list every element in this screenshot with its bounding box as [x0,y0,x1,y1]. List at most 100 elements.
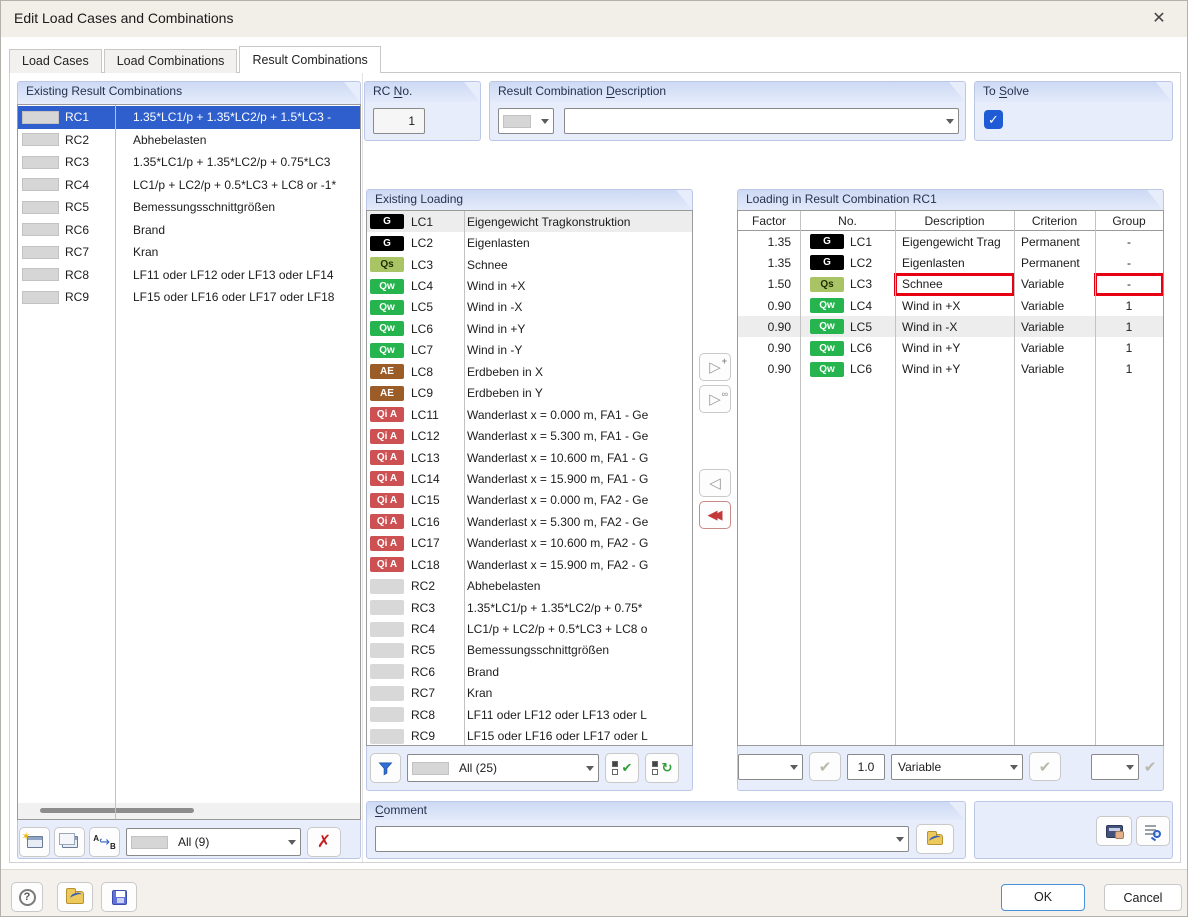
add-or-combination-button[interactable]: ▷ ∞ [699,385,731,413]
table-row[interactable]: 1.50 Qs LC3 Schnee Variable - [738,274,1163,295]
select-all-button[interactable]: ✔ [605,753,639,783]
table-row[interactable]: 0.90 Qw LC6 Wind in +Y Variable 1 [738,359,1163,380]
result-combination-row[interactable]: RC8 LF11 oder LF12 oder LF13 oder LF14 [18,264,360,287]
invert-selection-button[interactable]: ↻ [645,753,679,783]
loading-row[interactable]: RC8 LF11 oder LF12 oder LF13 oder L [367,704,692,725]
cell-group: 1 [1095,359,1163,380]
or-arrow-icon: ▷ [709,390,721,408]
save-button[interactable] [101,882,137,912]
load-type-badge: Qw [370,343,404,358]
table-row[interactable]: 0.90 Qw LC4 Wind in +X Variable 1 [738,295,1163,316]
delete-combination-button[interactable]: ✗ [307,827,341,857]
close-button[interactable]: ✕ [1137,1,1181,37]
apply-criterion-button[interactable]: ✔ [1029,752,1061,781]
loading-row[interactable]: Qi A LC12 Wanderlast x = 5.300 m, FA1 - … [367,425,692,446]
loading-row[interactable]: Qw LC4 Wind in +X [367,275,692,296]
insert-comment-button[interactable] [916,824,954,854]
loading-row[interactable]: RC4 LC1/p + LC2/p + 0.5*LC3 + LC8 o [367,618,692,639]
filter-button[interactable] [370,753,401,783]
cell-criterion: Permanent [1014,231,1095,252]
table-row[interactable]: 0.90 Qw LC6 Wind in +Y Variable 1 [738,337,1163,358]
loading-id: LC9 [411,386,461,400]
loading-id: LC6 [850,362,872,376]
new-combination-button[interactable]: ✶ [19,827,50,857]
to-solve-checkbox[interactable]: ✓ [984,110,1003,129]
loading-filter-select[interactable]: All (25) [407,754,599,782]
load-case-select[interactable] [738,754,803,780]
loading-row[interactable]: G LC2 Eigenlasten [367,232,692,253]
app-window-hand-icon [1106,825,1123,838]
table-row[interactable]: 1.35 G LC2 Eigenlasten Permanent - [738,252,1163,273]
horizontal-scrollbar[interactable] [18,803,360,819]
remove-from-combination-button[interactable]: ◁ [699,469,731,497]
group-title: Existing Result Combinations [26,84,182,98]
existing-loading-list[interactable]: G LC1 Eigengewicht Tragkonstruktion G LC… [366,210,693,746]
group-select[interactable] [1091,754,1139,780]
ok-button[interactable]: OK [1001,884,1085,911]
loading-row[interactable]: Qi A LC17 Wanderlast x = 10.600 m, FA2 -… [367,533,692,554]
loading-row[interactable]: RC7 Kran [367,683,692,704]
combinations-filter-select[interactable]: All (9) [126,828,301,856]
color-select[interactable] [498,108,554,134]
cell-number: G LC2 [800,252,895,273]
help-button[interactable]: ? [11,882,43,912]
result-combination-row[interactable]: RC1 1.35*LC1/p + 1.35*LC2/p + 1.5*LC3 - [18,106,360,129]
renumber-button[interactable]: A ↪ B [89,827,120,857]
loading-row[interactable]: Qi A LC15 Wanderlast x = 0.000 m, FA2 - … [367,490,692,511]
horizontal-scrollbar-thumb[interactable] [40,808,194,813]
result-combination-row[interactable]: RC7 Kran [18,241,360,264]
result-combination-row[interactable]: RC4 LC1/p + LC2/p + 0.5*LC3 + LC8 or -1* [18,174,360,197]
copy-combination-button[interactable] [54,827,85,857]
loading-row[interactable]: Qw LC6 Wind in +Y [367,318,692,339]
tab[interactable]: Load Combinations [104,49,238,73]
loading-row[interactable]: RC6 Brand [367,661,692,682]
edit-settings-button[interactable] [1096,816,1132,846]
cancel-button[interactable]: Cancel [1104,884,1182,911]
apply-group-button[interactable]: ✔ [1134,752,1166,781]
table-row[interactable]: 0.90 Qw LC5 Wind in -X Variable 1 [738,316,1163,337]
loading-row[interactable]: Qi A LC18 Wanderlast x = 15.900 m, FA2 -… [367,554,692,575]
loading-row[interactable]: Qi A LC11 Wanderlast x = 0.000 m, FA1 - … [367,404,692,425]
remove-all-button[interactable]: ◀◀ [699,501,731,529]
criterion-select[interactable]: Variable [891,754,1023,780]
color-swatch [22,246,59,259]
loading-id: LC14 [411,472,461,486]
open-button[interactable] [57,882,93,912]
result-combination-row[interactable]: RC3 1.35*LC1/p + 1.35*LC2/p + 0.75*LC3 [18,151,360,174]
description-combobox[interactable] [564,108,959,134]
tab[interactable]: Load Cases [9,49,102,73]
tab[interactable]: Result Combinations [239,46,380,73]
loading-row[interactable]: AE LC8 Erdbeben in X [367,361,692,382]
loading-row[interactable]: RC9 LF15 oder LF16 oder LF17 oder L [367,726,692,747]
gray-check-icon: ✔ [1039,758,1052,776]
table-row[interactable]: 1.35 G LC1 Eigengewicht Trag Permanent - [738,231,1163,252]
result-combination-row[interactable]: RC5 Bemessungsschnittgrößen [18,196,360,219]
result-combination-row[interactable]: RC2 Abhebelasten [18,129,360,152]
loading-id: LC11 [411,408,461,422]
column-header: Criterion [1014,214,1095,228]
color-swatch [22,178,59,191]
loading-row[interactable]: Qi A LC13 Wanderlast x = 10.600 m, FA1 -… [367,447,692,468]
result-combination-row[interactable]: RC9 LF15 oder LF16 oder LF17 oder LF18 [18,286,360,309]
cell-number: Qs LC3 [800,274,895,295]
loading-row[interactable]: Qw LC7 Wind in -Y [367,340,692,361]
loading-row[interactable]: RC3 1.35*LC1/p + 1.35*LC2/p + 0.75* [367,597,692,618]
loading-row[interactable]: RC5 Bemessungsschnittgrößen [367,640,692,661]
loading-in-rc-table[interactable]: Factor No. Description Criterion Group 1… [737,210,1164,746]
loading-row[interactable]: RC2 Abhebelasten [367,575,692,596]
loading-row[interactable]: Qw LC5 Wind in -X [367,297,692,318]
check-combinations-button[interactable] [1136,816,1170,846]
loading-row[interactable]: AE LC9 Erdbeben in Y [367,383,692,404]
loading-row[interactable]: Qi A LC14 Wanderlast x = 15.900 m, FA1 -… [367,468,692,489]
result-combinations-list[interactable]: RC1 1.35*LC1/p + 1.35*LC2/p + 1.5*LC3 - … [17,104,361,820]
add-to-combination-button[interactable]: ▷ + [699,353,731,381]
apply-load-case-button[interactable]: ✔ [809,752,841,781]
rc-number-field[interactable]: 1 [373,108,425,134]
loading-row[interactable]: Qs LC3 Schnee [367,254,692,275]
loading-id: LC15 [411,493,461,507]
loading-row[interactable]: G LC1 Eigengewicht Tragkonstruktion [367,211,692,232]
loading-row[interactable]: Qi A LC16 Wanderlast x = 5.300 m, FA2 - … [367,511,692,532]
factor-field[interactable]: 1.0 [847,754,885,780]
comment-combobox[interactable] [375,826,909,852]
result-combination-row[interactable]: RC6 Brand [18,219,360,242]
